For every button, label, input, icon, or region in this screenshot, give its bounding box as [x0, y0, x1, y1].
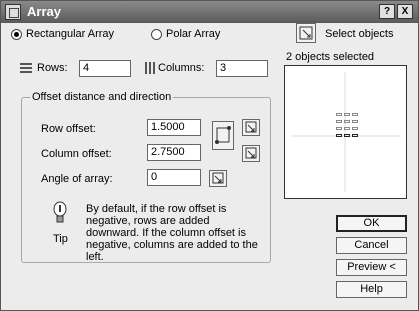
pick-angle-icon	[212, 172, 224, 184]
angle-label: Angle of array:	[41, 173, 113, 185]
row-offset-label: Row offset:	[41, 123, 96, 135]
preview-cell	[336, 120, 342, 123]
pick-both-offsets-button[interactable]	[212, 121, 234, 150]
pick-row-offset-icon	[245, 121, 257, 133]
columns-input[interactable]: 3	[216, 60, 268, 77]
preview-cell	[336, 127, 342, 130]
columns-label: Columns:	[158, 62, 205, 74]
array-dialog: Array ? X Rectangular Array Polar Array …	[0, 0, 419, 311]
preview-button[interactable]: Preview <	[336, 259, 407, 276]
preview-cell	[352, 127, 358, 130]
close-button[interactable]: X	[397, 4, 413, 19]
column-offset-label: Column offset:	[41, 148, 112, 160]
preview-cell	[352, 120, 358, 123]
tip-label: Tip	[53, 233, 68, 245]
lightbulb-icon	[53, 201, 67, 223]
preview-crosshair	[291, 72, 401, 192]
title-bar: Array ? X	[1, 1, 418, 23]
help-button[interactable]: Help	[336, 281, 407, 298]
columns-icon	[145, 62, 155, 74]
select-objects-button[interactable]	[296, 23, 316, 43]
pick-column-offset-icon	[245, 147, 257, 159]
rows-icon	[20, 63, 32, 73]
help-title-button[interactable]: ?	[379, 4, 395, 19]
preview-cell	[352, 134, 358, 137]
select-objects-icon	[299, 26, 313, 40]
pick-row-offset-button[interactable]	[242, 119, 260, 136]
selection-status: 2 objects selected	[286, 51, 375, 63]
array-app-icon	[5, 4, 21, 20]
preview-cell	[344, 127, 350, 130]
preview-cell	[344, 134, 350, 137]
cancel-button[interactable]: Cancel	[336, 237, 407, 254]
pick-both-offsets-icon	[215, 126, 231, 144]
polar-array-radio[interactable]	[151, 29, 162, 40]
polar-array-label[interactable]: Polar Array	[166, 28, 220, 40]
pick-angle-button[interactable]	[209, 170, 227, 187]
select-objects-label: Select objects	[325, 28, 394, 40]
column-offset-input[interactable]: 2.7500	[147, 144, 201, 161]
preview-cell	[336, 113, 342, 116]
rows-input[interactable]: 4	[79, 60, 131, 77]
tip-text: By default, if the row offset is negativ…	[86, 203, 258, 263]
preview-cell	[336, 134, 342, 137]
rows-label: Rows:	[37, 62, 68, 74]
preview-cell	[344, 113, 350, 116]
rectangular-array-label[interactable]: Rectangular Array	[26, 28, 114, 40]
ok-button[interactable]: OK	[336, 215, 407, 232]
window-title: Array	[27, 4, 61, 19]
array-preview	[284, 65, 407, 199]
pick-column-offset-button[interactable]	[242, 145, 260, 162]
preview-cell	[352, 113, 358, 116]
row-offset-input[interactable]: 1.5000	[147, 119, 201, 136]
preview-cell	[344, 120, 350, 123]
angle-input[interactable]: 0	[147, 169, 201, 186]
offset-group-title: Offset distance and direction	[30, 91, 174, 103]
rectangular-array-radio[interactable]	[11, 29, 22, 40]
